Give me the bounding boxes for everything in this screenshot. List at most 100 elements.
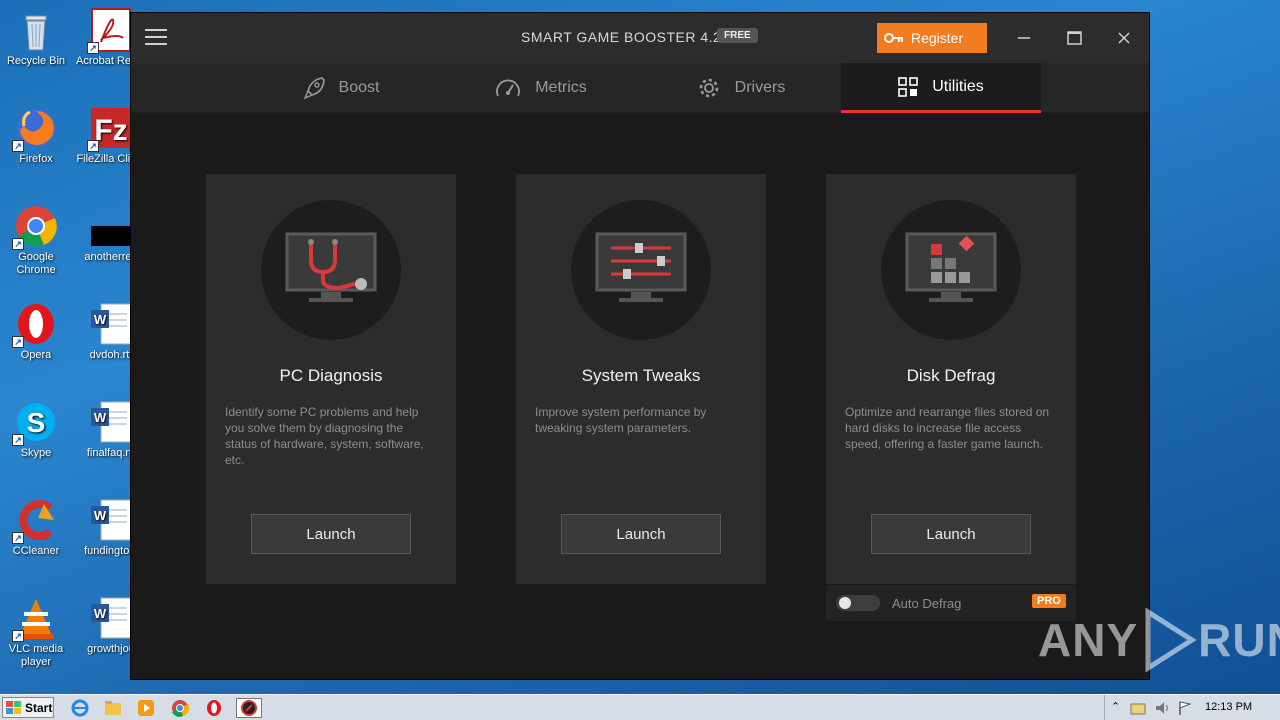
word-document-icon: W (89, 302, 133, 346)
gear-icon (699, 78, 718, 98)
card-system-tweaks: System Tweaks Improve system performance… (516, 174, 766, 584)
desktop-icon-recycle-bin[interactable]: Recycle Bin (1, 8, 71, 68)
pro-badge: PRO (1032, 594, 1066, 608)
skype-icon: S ↗ (12, 400, 58, 446)
card-description: Improve system performance by tweaking s… (535, 405, 707, 435)
launch-disk-defrag-button[interactable]: Launch (871, 514, 1031, 554)
desktop-icon-vlc[interactable]: ↗ VLC media player (1, 596, 71, 669)
volume-icon[interactable] (1153, 700, 1171, 716)
desktop-icon-firefox[interactable]: ↗ Firefox (1, 106, 71, 166)
opera-taskbar-icon[interactable] (204, 698, 224, 718)
svg-text:W: W (94, 312, 107, 327)
recycle-bin-icon (14, 8, 58, 52)
defrag-blocks-monitor-icon (905, 232, 997, 302)
desktop-icon-label: Skype (20, 447, 52, 459)
card-description: Optimize and rearrange files stored on h… (845, 405, 1050, 451)
file-explorer-icon[interactable] (103, 698, 123, 718)
media-player-icon[interactable] (136, 698, 156, 718)
grid-icon (898, 76, 919, 97)
system-tray: ⌃ 12:13 PM (1104, 695, 1280, 720)
windows-logo-icon (6, 700, 21, 714)
tab-bar: Boost Metrics Drivers Utilities (131, 63, 1149, 113)
security-icon[interactable] (1129, 700, 1147, 716)
utilities-content: PC Diagnosis Identify some PC problems a… (131, 113, 1149, 679)
watermark-text-right: RUN (1198, 614, 1280, 666)
ccleaner-icon: ↗ (12, 498, 58, 544)
svg-text:W: W (94, 410, 107, 425)
card-description: Identify some PC problems and help you s… (225, 405, 424, 467)
chevron-up-icon[interactable]: ⌃ (1111, 700, 1120, 713)
shortcut-arrow-icon: ↗ (12, 140, 24, 152)
action-center-flag-icon[interactable] (1177, 700, 1193, 716)
stethoscope-monitor-icon (285, 232, 377, 302)
word-document-icon: W (89, 498, 133, 542)
card-icon-circle (881, 200, 1021, 340)
shortcut-arrow-icon: ↗ (87, 140, 99, 152)
app-title: SMART GAME BOOSTER 4.2 (521, 29, 722, 45)
toggle-knob (839, 597, 851, 609)
desktop-icon-label: Recycle Bin (6, 55, 66, 67)
firefox-icon: ↗ (12, 106, 58, 152)
desktop-icon-label: VLC media player (8, 643, 64, 668)
close-icon[interactable] (1111, 25, 1137, 51)
tab-boost[interactable]: Boost (241, 63, 441, 113)
play-triangle-icon (1145, 608, 1197, 672)
card-title: Disk Defrag (906, 366, 996, 385)
desktop-icon-skype[interactable]: S ↗ Skype (1, 400, 71, 460)
shortcut-arrow-icon: ↗ (87, 42, 99, 54)
svg-text:W: W (94, 508, 107, 523)
desktop-icon-chrome[interactable]: ↗ Google Chrome (1, 204, 71, 277)
word-document-icon: W (89, 596, 133, 640)
card-title: PC Diagnosis (279, 366, 383, 385)
card-disk-defrag: Disk Defrag Optimize and rearrange files… (826, 174, 1076, 584)
maximize-icon[interactable] (1061, 25, 1087, 51)
tab-utilities[interactable]: Utilities (841, 63, 1041, 113)
shortcut-arrow-icon: ↗ (12, 434, 24, 446)
minimize-icon[interactable] (1011, 25, 1037, 51)
register-label: Register (911, 30, 964, 46)
chrome-taskbar-icon[interactable] (170, 698, 190, 718)
shortcut-arrow-icon: ↗ (12, 238, 24, 250)
auto-defrag-label: Auto Defrag (892, 596, 962, 611)
vlc-icon: ↗ (12, 596, 58, 642)
gauge-icon (496, 79, 521, 97)
tab-metrics[interactable]: Metrics (441, 63, 641, 113)
tab-drivers[interactable]: Drivers (641, 63, 841, 113)
tab-label: Metrics (535, 79, 587, 96)
card-title: System Tweaks (581, 366, 701, 385)
tab-label: Utilities (932, 77, 984, 95)
chrome-icon: ↗ (12, 204, 58, 250)
svg-text:Fz: Fz (94, 114, 127, 147)
desktop-icon-opera[interactable]: ↗ Opera (1, 302, 71, 362)
desktop-icon-label: Firefox (19, 153, 53, 165)
smart-game-booster-taskbar-icon[interactable] (236, 698, 262, 718)
desktop-icon-ccleaner[interactable]: ↗ CCleaner (1, 498, 71, 558)
desktop-icon-label: Google Chrome (16, 251, 56, 276)
tab-label: Drivers (734, 79, 786, 96)
taskbar: Start ⌃ 12:13 PM (0, 694, 1280, 720)
word-document-icon: W (89, 400, 133, 444)
rocket-icon (303, 77, 325, 100)
smart-game-booster-window: SMART GAME BOOSTER 4.2 FREE Register Boo… (130, 12, 1150, 680)
clock[interactable]: 12:13 PM (1205, 701, 1252, 713)
card-pc-diagnosis: PC Diagnosis Identify some PC problems a… (206, 174, 456, 584)
anyrun-watermark: ANY RUN (1038, 608, 1280, 672)
card-icon-circle (571, 200, 711, 340)
auto-defrag-toggle[interactable] (836, 595, 880, 611)
opera-icon: ↗ (12, 302, 58, 348)
internet-explorer-icon[interactable] (70, 698, 90, 718)
title-bar[interactable]: SMART GAME BOOSTER 4.2 FREE Register (131, 13, 1149, 63)
acrobat-icon: ↗ (87, 8, 133, 54)
launch-pc-diagnosis-button[interactable]: Launch (251, 514, 411, 554)
menu-icon[interactable] (145, 29, 167, 47)
start-button[interactable]: Start (2, 697, 54, 718)
svg-text:W: W (94, 606, 107, 621)
start-label: Start (25, 700, 53, 715)
register-button[interactable]: Register (877, 23, 987, 53)
sliders-monitor-icon (595, 232, 687, 302)
tab-label: Boost (338, 79, 380, 96)
key-icon (877, 32, 911, 44)
launch-system-tweaks-button[interactable]: Launch (561, 514, 721, 554)
shortcut-arrow-icon: ↗ (12, 336, 24, 348)
card-icon-circle (261, 200, 401, 340)
